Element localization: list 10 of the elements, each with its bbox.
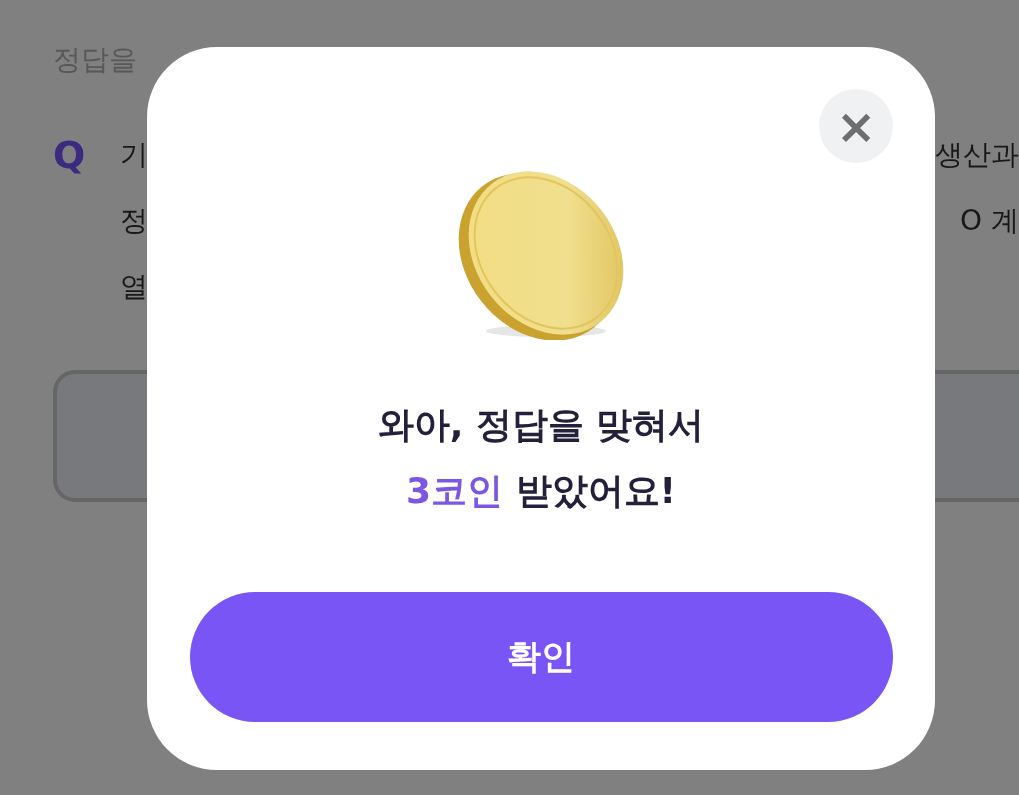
question-text: O 계 <box>960 203 1019 239</box>
confirm-button[interactable]: 확인 <box>189 592 893 722</box>
question-text: 열 <box>120 269 148 305</box>
message-text: 3코인 받았어요! <box>406 469 676 513</box>
question-text: 정 <box>120 203 148 239</box>
question-text: 생산과 <box>935 137 1019 173</box>
message-text: 와아, 정답을 맞혀서 <box>377 403 705 447</box>
question-text: 기 <box>120 137 148 173</box>
close-button[interactable]: × <box>819 89 893 163</box>
question-mark: Q <box>53 132 87 179</box>
